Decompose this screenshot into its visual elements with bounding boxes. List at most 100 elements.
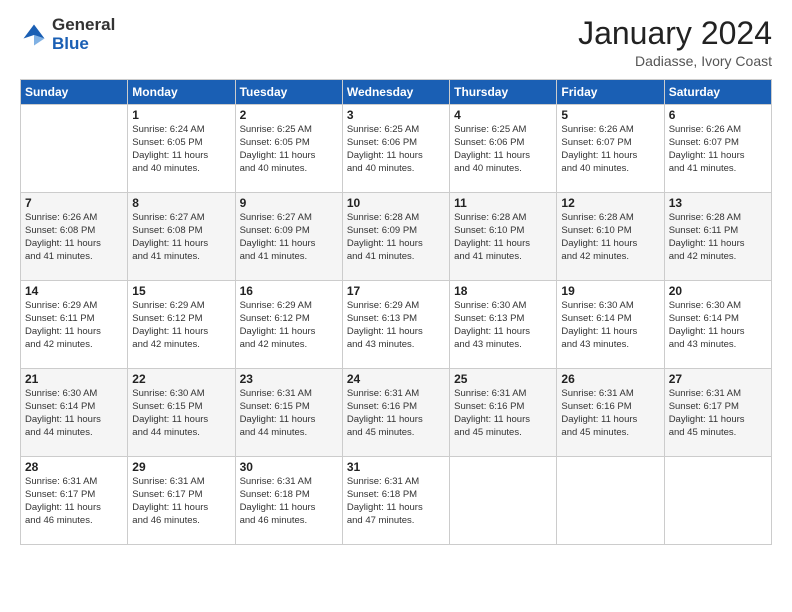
- calendar-cell: 12 Sunrise: 6:28 AM Sunset: 6:10 PM Dayli…: [557, 193, 664, 281]
- calendar-cell: 14Sunrise: 6:29 AM Sunset: 6:11 PM Dayli…: [21, 281, 128, 369]
- day-info: Sunrise: 6:25 AM Sunset: 6:05 PM Dayligh…: [240, 124, 338, 175]
- day-number: 2: [240, 108, 338, 122]
- calendar-cell: 26Sunrise: 6:31 AM Sunset: 6:16 PM Dayli…: [557, 369, 664, 457]
- day-info: Sunrise: 6:31 AM Sunset: 6:17 PM Dayligh…: [669, 388, 767, 439]
- day-number: 18: [454, 284, 552, 298]
- day-number: 29: [132, 460, 230, 474]
- day-info: Sunrise: 6:31 AM Sunset: 6:16 PM Dayligh…: [454, 388, 552, 439]
- day-number: 4: [454, 108, 552, 122]
- location: Dadiasse, Ivory Coast: [578, 53, 772, 69]
- calendar-cell: 11 Sunrise: 6:28 AM Sunset: 6:10 PM Dayli…: [450, 193, 557, 281]
- day-number: 5: [561, 108, 659, 122]
- calendar-cell: 17Sunrise: 6:29 AM Sunset: 6:13 PM Dayli…: [342, 281, 449, 369]
- day-info: Sunrise: 6:29 AM Sunset: 6:12 PM Dayligh…: [132, 300, 230, 351]
- day-number: 8: [132, 196, 230, 210]
- day-number: 22: [132, 372, 230, 386]
- calendar-header-row: SundayMondayTuesdayWednesdayThursdayFrid…: [21, 80, 772, 105]
- day-number: 10: [347, 196, 445, 210]
- calendar-cell: 23 Sunrise: 6:31 AM Sunset: 6:15 PM Dayli…: [235, 369, 342, 457]
- day-number: 28: [25, 460, 123, 474]
- day-number: 15: [132, 284, 230, 298]
- logo-general: General: [52, 16, 115, 35]
- calendar-cell: 2 Sunrise: 6:25 AM Sunset: 6:05 PM Daylig…: [235, 105, 342, 193]
- logo-icon: [20, 21, 48, 49]
- day-info: Sunrise: 6:24 AM Sunset: 6:05 PM Dayligh…: [132, 124, 230, 175]
- calendar-cell: 3 Sunrise: 6:25 AM Sunset: 6:06 PM Daylig…: [342, 105, 449, 193]
- day-info: Sunrise: 6:27 AM Sunset: 6:09 PM Dayligh…: [240, 212, 338, 263]
- calendar-cell: 16 Sunrise: 6:29 AM Sunset: 6:12 PM Dayli…: [235, 281, 342, 369]
- day-number: 19: [561, 284, 659, 298]
- calendar-day-header: Saturday: [664, 80, 771, 105]
- calendar-cell: 18 Sunrise: 6:30 AM Sunset: 6:13 PM Dayli…: [450, 281, 557, 369]
- day-number: 1: [132, 108, 230, 122]
- day-info: Sunrise: 6:31 AM Sunset: 6:18 PM Dayligh…: [347, 476, 445, 527]
- day-info: Sunrise: 6:26 AM Sunset: 6:07 PM Dayligh…: [561, 124, 659, 175]
- day-info: Sunrise: 6:30 AM Sunset: 6:14 PM Dayligh…: [561, 300, 659, 351]
- day-number: 21: [25, 372, 123, 386]
- day-info: Sunrise: 6:30 AM Sunset: 6:14 PM Dayligh…: [25, 388, 123, 439]
- calendar-week-row: 7Sunrise: 6:26 AM Sunset: 6:08 PM Daylig…: [21, 193, 772, 281]
- calendar-week-row: 14Sunrise: 6:29 AM Sunset: 6:11 PM Dayli…: [21, 281, 772, 369]
- day-info: Sunrise: 6:26 AM Sunset: 6:07 PM Dayligh…: [669, 124, 767, 175]
- day-info: Sunrise: 6:29 AM Sunset: 6:12 PM Dayligh…: [240, 300, 338, 351]
- page: General Blue January 2024 Dadiasse, Ivor…: [0, 0, 792, 612]
- calendar-cell: 7Sunrise: 6:26 AM Sunset: 6:08 PM Daylig…: [21, 193, 128, 281]
- calendar-cell: 28 Sunrise: 6:31 AM Sunset: 6:17 PM Dayli…: [21, 457, 128, 545]
- calendar-cell: 10Sunrise: 6:28 AM Sunset: 6:09 PM Dayli…: [342, 193, 449, 281]
- day-info: Sunrise: 6:30 AM Sunset: 6:15 PM Dayligh…: [132, 388, 230, 439]
- calendar-cell: 21 Sunrise: 6:30 AM Sunset: 6:14 PM Dayli…: [21, 369, 128, 457]
- day-number: 16: [240, 284, 338, 298]
- calendar-week-row: 21 Sunrise: 6:30 AM Sunset: 6:14 PM Dayli…: [21, 369, 772, 457]
- day-info: Sunrise: 6:28 AM Sunset: 6:10 PM Dayligh…: [454, 212, 552, 263]
- day-number: 31: [347, 460, 445, 474]
- day-number: 25: [454, 372, 552, 386]
- calendar-day-header: Monday: [128, 80, 235, 105]
- day-info: Sunrise: 6:31 AM Sunset: 6:16 PM Dayligh…: [561, 388, 659, 439]
- day-info: Sunrise: 6:31 AM Sunset: 6:18 PM Dayligh…: [240, 476, 338, 527]
- calendar-table: SundayMondayTuesdayWednesdayThursdayFrid…: [20, 79, 772, 545]
- day-number: 23: [240, 372, 338, 386]
- day-info: Sunrise: 6:25 AM Sunset: 6:06 PM Dayligh…: [454, 124, 552, 175]
- calendar-cell: 27Sunrise: 6:31 AM Sunset: 6:17 PM Dayli…: [664, 369, 771, 457]
- logo: General Blue: [20, 16, 115, 53]
- day-number: 17: [347, 284, 445, 298]
- day-info: Sunrise: 6:30 AM Sunset: 6:14 PM Dayligh…: [669, 300, 767, 351]
- header: General Blue January 2024 Dadiasse, Ivor…: [20, 16, 772, 69]
- calendar-day-header: Tuesday: [235, 80, 342, 105]
- calendar-day-header: Thursday: [450, 80, 557, 105]
- calendar-cell: 6Sunrise: 6:26 AM Sunset: 6:07 PM Daylig…: [664, 105, 771, 193]
- calendar-week-row: 1 Sunrise: 6:24 AM Sunset: 6:05 PM Daylig…: [21, 105, 772, 193]
- day-info: Sunrise: 6:30 AM Sunset: 6:13 PM Dayligh…: [454, 300, 552, 351]
- day-info: Sunrise: 6:25 AM Sunset: 6:06 PM Dayligh…: [347, 124, 445, 175]
- calendar-cell: 13Sunrise: 6:28 AM Sunset: 6:11 PM Dayli…: [664, 193, 771, 281]
- day-info: Sunrise: 6:31 AM Sunset: 6:17 PM Dayligh…: [132, 476, 230, 527]
- calendar-cell: 5 Sunrise: 6:26 AM Sunset: 6:07 PM Daylig…: [557, 105, 664, 193]
- day-number: 30: [240, 460, 338, 474]
- day-number: 11: [454, 196, 552, 210]
- calendar-cell: 8 Sunrise: 6:27 AM Sunset: 6:08 PM Daylig…: [128, 193, 235, 281]
- calendar-week-row: 28 Sunrise: 6:31 AM Sunset: 6:17 PM Dayli…: [21, 457, 772, 545]
- day-number: 20: [669, 284, 767, 298]
- calendar-cell: 31 Sunrise: 6:31 AM Sunset: 6:18 PM Dayli…: [342, 457, 449, 545]
- calendar-cell: [664, 457, 771, 545]
- day-info: Sunrise: 6:28 AM Sunset: 6:10 PM Dayligh…: [561, 212, 659, 263]
- calendar-cell: 29 Sunrise: 6:31 AM Sunset: 6:17 PM Dayli…: [128, 457, 235, 545]
- day-info: Sunrise: 6:27 AM Sunset: 6:08 PM Dayligh…: [132, 212, 230, 263]
- calendar-day-header: Wednesday: [342, 80, 449, 105]
- day-number: 3: [347, 108, 445, 122]
- calendar-day-header: Friday: [557, 80, 664, 105]
- day-info: Sunrise: 6:28 AM Sunset: 6:11 PM Dayligh…: [669, 212, 767, 263]
- day-number: 9: [240, 196, 338, 210]
- calendar-cell: 1 Sunrise: 6:24 AM Sunset: 6:05 PM Daylig…: [128, 105, 235, 193]
- day-info: Sunrise: 6:31 AM Sunset: 6:17 PM Dayligh…: [25, 476, 123, 527]
- day-number: 12: [561, 196, 659, 210]
- day-number: 14: [25, 284, 123, 298]
- logo-blue: Blue: [52, 35, 115, 54]
- calendar-cell: 30 Sunrise: 6:31 AM Sunset: 6:18 PM Dayli…: [235, 457, 342, 545]
- calendar-cell: 20 Sunrise: 6:30 AM Sunset: 6:14 PM Dayli…: [664, 281, 771, 369]
- calendar-cell: 22 Sunrise: 6:30 AM Sunset: 6:15 PM Dayli…: [128, 369, 235, 457]
- day-info: Sunrise: 6:26 AM Sunset: 6:08 PM Dayligh…: [25, 212, 123, 263]
- day-number: 24: [347, 372, 445, 386]
- day-info: Sunrise: 6:31 AM Sunset: 6:15 PM Dayligh…: [240, 388, 338, 439]
- calendar-cell: [450, 457, 557, 545]
